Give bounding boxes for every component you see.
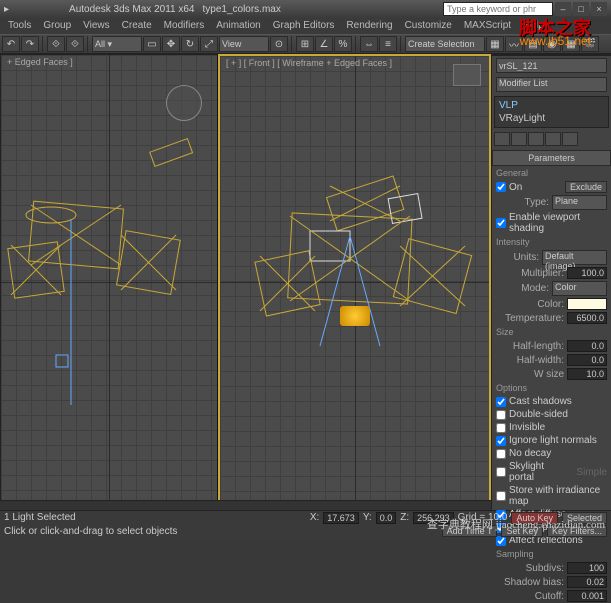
opt-checkbox[interactable]: [496, 423, 506, 433]
stack-item[interactable]: VLP: [497, 99, 606, 112]
opt-checkbox[interactable]: [496, 491, 506, 501]
w-size[interactable]: 10.0: [567, 368, 607, 380]
cutoff-field[interactable]: 0.001: [567, 590, 607, 602]
close-button[interactable]: ×: [591, 2, 607, 16]
color-swatch[interactable]: [567, 298, 607, 310]
redo-button[interactable]: ↷: [21, 36, 39, 52]
scene-object: [340, 306, 370, 326]
menu-rendering[interactable]: Rendering: [340, 18, 398, 34]
angle-snap[interactable]: ∠: [315, 36, 333, 52]
menu-views[interactable]: Views: [77, 18, 116, 34]
link-button[interactable]: ⟐: [47, 36, 65, 52]
app-icon: ▸: [4, 4, 9, 15]
viewport-area: + Edged Faces ] [ + ] [ Front ] [ Wirefr…: [0, 54, 491, 510]
rotate-button[interactable]: ↻: [181, 36, 199, 52]
viewport-right[interactable]: [ + ] [ Front ] [ Wireframe + Edged Face…: [218, 54, 491, 510]
viewport-left-label[interactable]: + Edged Faces ]: [7, 57, 73, 67]
rollout-parameters[interactable]: Parameters: [492, 150, 611, 166]
center-button[interactable]: ⊙: [270, 36, 288, 52]
remove-mod[interactable]: [545, 132, 561, 146]
type-select[interactable]: Plane: [552, 195, 607, 210]
menu-customize[interactable]: Customize: [399, 18, 458, 34]
mode-select[interactable]: Color: [552, 281, 607, 296]
scale-button[interactable]: ⤢: [200, 36, 218, 52]
menu-tools[interactable]: Tools: [2, 18, 37, 34]
ref-coord[interactable]: View: [219, 36, 269, 52]
section-general: General: [492, 166, 611, 180]
y-coord[interactable]: 0.0: [376, 512, 397, 524]
file-name: type1_colors.max: [202, 4, 280, 15]
opt-checkbox[interactable]: [496, 436, 506, 446]
snap-button[interactable]: ⊞: [296, 36, 314, 52]
viewport-right-label[interactable]: [ + ] [ Front ] [ Wireframe + Edged Face…: [226, 58, 392, 68]
half-width[interactable]: 0.0: [567, 354, 607, 366]
align-button[interactable]: ≡: [379, 36, 397, 52]
viewport-left[interactable]: + Edged Faces ]: [0, 54, 218, 510]
mirror-button[interactable]: ⇔: [360, 36, 378, 52]
percent-snap[interactable]: %: [334, 36, 352, 52]
wireframe-left: [1, 55, 217, 509]
exclude-button[interactable]: Exclude: [565, 181, 607, 193]
select-button[interactable]: ▭: [143, 36, 161, 52]
object-name-field[interactable]: [496, 58, 607, 73]
wireframe-right: [220, 56, 489, 508]
modifier-list[interactable]: Modifier List: [496, 77, 607, 92]
menu-create[interactable]: Create: [116, 18, 158, 34]
units-select[interactable]: Default (image): [542, 250, 607, 265]
move-button[interactable]: ✥: [162, 36, 180, 52]
prompt-text: Click or click-and-drag to select object…: [4, 526, 177, 537]
x-coord[interactable]: 17.673: [323, 512, 359, 524]
shadow-bias[interactable]: 0.02: [567, 576, 607, 588]
multiplier-field[interactable]: 100.0: [567, 267, 607, 279]
menu-maxscript[interactable]: MAXScript: [458, 18, 517, 34]
modifier-stack[interactable]: VLP VRayLight: [494, 96, 609, 128]
section-options: Options: [492, 381, 611, 395]
temp-field[interactable]: 6500.0: [567, 312, 607, 324]
undo-button[interactable]: ↶: [2, 36, 20, 52]
watermark-url: www.jb51.net: [520, 34, 591, 48]
timeline[interactable]: [0, 500, 491, 510]
layer-button[interactable]: ▦: [486, 36, 504, 52]
menu-graph[interactable]: Graph Editors: [267, 18, 341, 34]
menu-modifiers[interactable]: Modifiers: [158, 18, 211, 34]
unlink-button[interactable]: ⟐: [66, 36, 84, 52]
pin-stack[interactable]: [494, 132, 510, 146]
enable-vp-checkbox[interactable]: [496, 218, 506, 228]
half-length[interactable]: 0.0: [567, 340, 607, 352]
opt-checkbox[interactable]: [496, 449, 506, 459]
menu-animation[interactable]: Animation: [210, 18, 266, 34]
opt-checkbox[interactable]: [496, 397, 506, 407]
named-selection[interactable]: Create Selection: [405, 36, 485, 52]
on-checkbox[interactable]: [496, 182, 506, 192]
section-sampling: Sampling: [492, 547, 611, 561]
app-title: Autodesk 3ds Max 2011 x64: [69, 4, 194, 15]
stack-item[interactable]: VRayLight: [497, 112, 606, 125]
opt-checkbox[interactable]: [496, 467, 506, 477]
opt-checkbox[interactable]: [496, 410, 506, 420]
selection-filter[interactable]: All ▾: [92, 36, 142, 52]
selection-info: 1 Light Selected: [4, 512, 76, 523]
show-result[interactable]: [511, 132, 527, 146]
command-panel: Modifier List VLP VRayLight Parameters G…: [491, 54, 611, 510]
menu-group[interactable]: Group: [37, 18, 77, 34]
config-stack[interactable]: [562, 132, 578, 146]
section-size: Size: [492, 325, 611, 339]
section-intensity: Intensity: [492, 235, 611, 249]
watermark-footer: 查字典教程网 jiaocheng.chazidian.com: [427, 516, 605, 532]
make-unique[interactable]: [528, 132, 544, 146]
subdivs-field[interactable]: 100: [567, 562, 607, 574]
